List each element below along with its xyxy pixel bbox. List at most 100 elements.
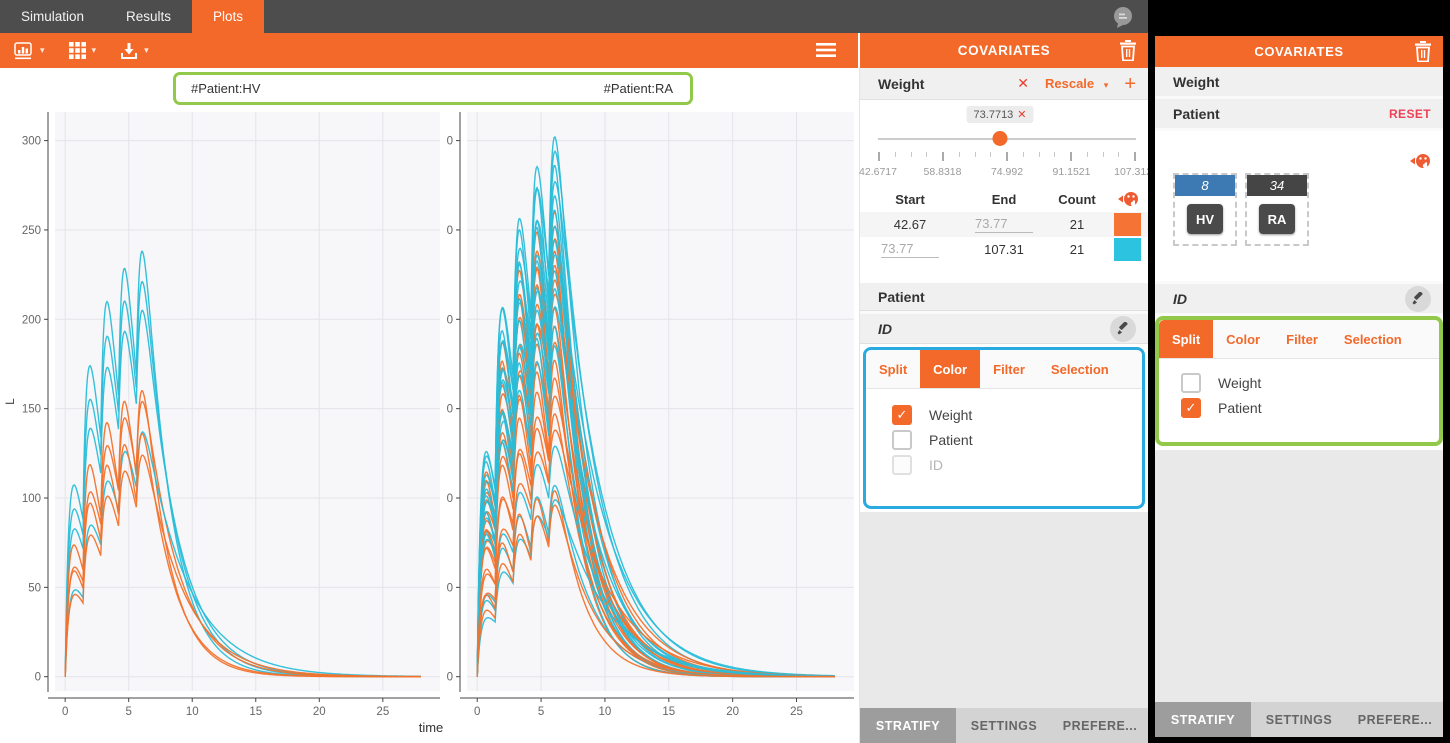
settings-tab[interactable]: SETTINGS	[1251, 702, 1347, 737]
color-checkbox-list: ✓ Weight ✓ Patient ✓ ID	[866, 389, 1142, 475]
weight-section-header: Weight ✕ Rescale ▾ +	[860, 68, 1148, 100]
tab-color[interactable]: Color	[920, 350, 980, 388]
count-value: 21	[1048, 242, 1106, 257]
palette-icon[interactable]	[1115, 191, 1139, 207]
tab-results-label: Results	[126, 9, 171, 24]
tab-results[interactable]: Results	[105, 0, 192, 33]
start-input[interactable]: 73.77	[881, 241, 939, 258]
preferences-tab[interactable]: PREFERE...	[1347, 702, 1443, 737]
stratify-tab[interactable]: STRATIFY	[860, 708, 956, 743]
slider-tick-label: 58.8318	[924, 166, 962, 178]
x-tick-label: 0	[474, 706, 480, 718]
preferences-tab[interactable]: PREFERE...	[1052, 708, 1148, 743]
x-tick-label: 15	[249, 706, 262, 718]
covariates-title: COVARIATES	[958, 43, 1051, 58]
checkbox-label: Weight	[1218, 375, 1261, 391]
slider-tick	[1023, 152, 1024, 157]
menu-icon[interactable]	[816, 42, 836, 58]
checkbox-row-weight[interactable]: ✓ Weight	[892, 405, 1142, 425]
tab-filter[interactable]: Filter	[1273, 320, 1331, 358]
palette-icon[interactable]	[1407, 153, 1431, 169]
chart-type-menu[interactable]: ▾	[14, 42, 45, 60]
checkbox-row-patient[interactable]: ✓ Patient	[1181, 398, 1439, 418]
slider-tick	[878, 152, 880, 161]
category-chip-ra[interactable]: 34 RA	[1245, 173, 1309, 246]
overlay-id-header[interactable]: ID	[1155, 284, 1443, 316]
plot-background	[55, 112, 440, 691]
weight-remove-icon[interactable]: ✕	[1017, 75, 1029, 92]
id-picker-button[interactable]	[1405, 286, 1431, 312]
category-button-hv[interactable]: HV	[1187, 204, 1223, 234]
y-tick-label: 300	[447, 136, 453, 148]
layout-grid-menu[interactable]: ▾	[69, 42, 97, 59]
category-button-ra[interactable]: RA	[1259, 204, 1295, 234]
tab-color[interactable]: Color	[1213, 320, 1273, 358]
weight-slider-labels: 42.671758.831874.99291.1521107.3122	[860, 166, 1148, 180]
add-split-button[interactable]: +	[1124, 74, 1136, 94]
stratify-tab[interactable]: STRATIFY	[1155, 702, 1251, 737]
slider-tick	[942, 152, 944, 161]
category-chip-hv[interactable]: 8 HV	[1173, 173, 1237, 246]
hv-chart[interactable]: 0501001502002503000510152025L	[0, 108, 447, 728]
trash-icon[interactable]	[1118, 40, 1138, 61]
id-picker-button[interactable]	[1110, 316, 1136, 342]
x-tick-label: 5	[125, 706, 131, 718]
y-tick-label: 200	[22, 314, 41, 326]
bin-color-swatch[interactable]	[1114, 238, 1141, 261]
end-input[interactable]: 73.77	[975, 216, 1033, 233]
slider-tick	[1039, 152, 1040, 157]
table-row: 42.67 73.77 21	[860, 212, 1148, 237]
checkbox-row-patient[interactable]: ✓ Patient	[892, 430, 1142, 450]
tab-simulation[interactable]: Simulation	[0, 0, 105, 33]
overlay-covariates-title: COVARIATES	[1254, 44, 1343, 59]
tab-split[interactable]: Split	[1159, 320, 1213, 358]
stratify-box-wrap: Split Color Filter Selection ✓ Weight ✓ …	[860, 344, 1148, 512]
x-tick-label: 25	[790, 706, 803, 718]
tab-plots[interactable]: Plots	[192, 0, 264, 33]
weight-checkbox[interactable]: ✓	[1181, 373, 1201, 393]
panel-bottom-tabs: STRATIFY SETTINGS PREFERE...	[860, 708, 1148, 743]
export-menu[interactable]: ▾	[120, 42, 149, 60]
id-checkbox[interactable]: ✓	[892, 455, 912, 475]
rescale-dropdown[interactable]: Rescale ▾	[1045, 76, 1108, 91]
split-header-strip: #Patient:HV #Patient:RA	[173, 72, 693, 105]
stratify-tabbar: Split Color Filter Selection	[1159, 320, 1439, 359]
split-label-hv: #Patient:HV	[191, 81, 260, 96]
weight-checkbox[interactable]: ✓	[892, 405, 912, 425]
tab-filter[interactable]: Filter	[980, 350, 1038, 388]
slider-value-remove-icon[interactable]: ✕	[1017, 109, 1026, 121]
slider-tick	[926, 152, 927, 157]
reset-button[interactable]: RESET	[1389, 107, 1431, 121]
overlay-patient-header[interactable]: Patient RESET	[1155, 99, 1443, 131]
tab-split[interactable]: Split	[866, 350, 920, 388]
trash-icon[interactable]	[1413, 41, 1433, 62]
x-tick-label: 10	[186, 706, 199, 718]
id-section-header[interactable]: ID	[860, 314, 1148, 344]
patient-checkbox[interactable]: ✓	[1181, 398, 1201, 418]
patient-section-header[interactable]: Patient	[860, 283, 1148, 311]
settings-tab[interactable]: SETTINGS	[956, 708, 1052, 743]
covariates-overlay-panel: COVARIATES Weight Patient RESET	[1155, 36, 1443, 737]
slider-tick	[1006, 152, 1008, 161]
tab-selection[interactable]: Selection	[1038, 350, 1122, 388]
weight-slider-thumb[interactable]	[993, 131, 1008, 146]
id-stratify-box: Split Color Filter Selection ✓ Weight ✓ …	[1155, 316, 1443, 446]
tab-selection[interactable]: Selection	[1331, 320, 1415, 358]
covariates-overlay-frame: COVARIATES Weight Patient RESET	[1148, 0, 1450, 743]
checkbox-label: ID	[929, 457, 943, 473]
slider-tick-label: 74.992	[991, 166, 1023, 178]
tab-simulation-label: Simulation	[21, 9, 84, 24]
bin-color-swatch[interactable]	[1114, 213, 1141, 236]
checkbox-row-id[interactable]: ✓ ID	[892, 455, 1142, 475]
overlay-weight-header[interactable]: Weight	[1155, 67, 1443, 99]
ra-chart[interactable]: 0501001502002503000510152025	[447, 108, 862, 728]
slider-tick	[1087, 152, 1088, 157]
checkbox-label: Patient	[929, 432, 973, 448]
y-tick-label: 0	[35, 672, 41, 684]
checkbox-row-weight[interactable]: ✓ Weight	[1181, 373, 1439, 393]
chat-bubble-icon[interactable]	[1111, 5, 1135, 29]
patient-checkbox[interactable]: ✓	[892, 430, 912, 450]
slider-tick	[990, 152, 991, 157]
chevron-down-icon: ▾	[40, 45, 45, 56]
weight-slider-block: 73.7713✕ 42.671758.831874.99291.1521107.…	[860, 100, 1148, 283]
